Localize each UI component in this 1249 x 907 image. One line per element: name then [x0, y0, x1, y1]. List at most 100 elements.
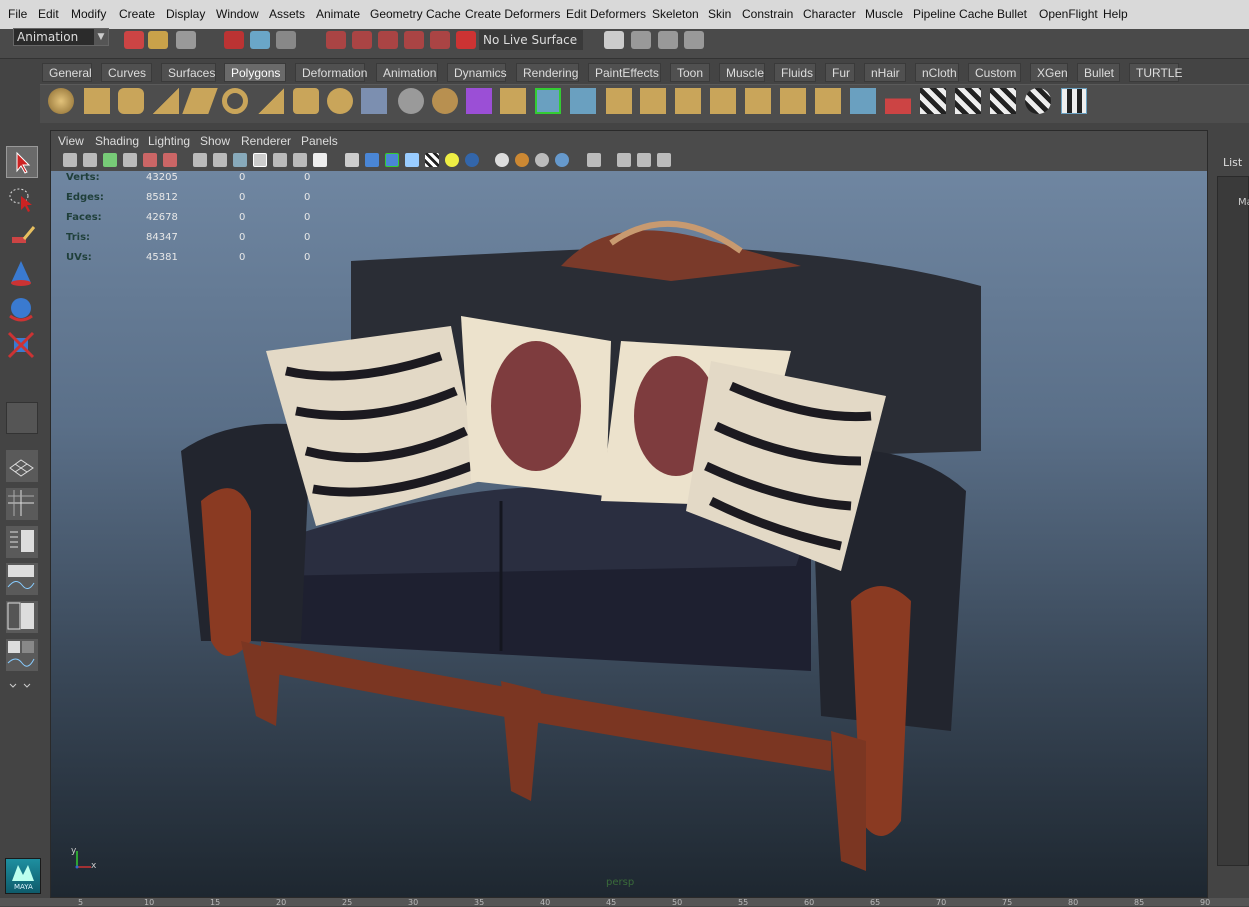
textured-icon[interactable]: [405, 153, 419, 167]
gate-mask-icon[interactable]: [253, 153, 267, 167]
poly-soccer-ball-icon[interactable]: [327, 88, 353, 114]
2d-pan-zoom-icon[interactable]: [143, 153, 157, 167]
image-plane-icon[interactable]: [123, 153, 137, 167]
menu-constrain[interactable]: Constrain: [742, 7, 793, 21]
rotate-tool-icon[interactable]: [6, 294, 38, 326]
magnet-icon[interactable]: [456, 31, 476, 49]
poly-sphere-icon[interactable]: [48, 88, 74, 114]
bridge-icon[interactable]: [570, 88, 596, 114]
shadows-icon[interactable]: [445, 153, 459, 167]
menu-edit[interactable]: Edit: [38, 7, 59, 21]
perspective-viewport[interactable]: y x: [51, 171, 1207, 897]
menu-create-deformers[interactable]: Create Deformers: [465, 7, 560, 21]
poly-torus-icon[interactable]: [222, 88, 248, 114]
separate-icon[interactable]: [398, 88, 424, 114]
four-view-layout-icon[interactable]: [6, 488, 38, 520]
poly-cube-icon[interactable]: [84, 88, 110, 114]
paint-select-tool-icon[interactable]: [6, 221, 38, 253]
panel-menu-view[interactable]: View: [58, 134, 84, 148]
tab-muscle[interactable]: Muscle: [719, 63, 765, 82]
layout-options-icon[interactable]: [6, 677, 38, 697]
menu-animate[interactable]: Animate: [316, 7, 360, 21]
xray-active-components-icon[interactable]: [637, 153, 651, 167]
outliner-persp-layout-icon[interactable]: [6, 526, 38, 558]
menu-geometry-cache[interactable]: Geometry Cache: [370, 7, 461, 21]
menu-edit-deformers[interactable]: Edit Deformers: [566, 7, 646, 21]
tab-surfaces[interactable]: Surfaces: [161, 63, 216, 82]
tab-general[interactable]: General: [42, 63, 92, 82]
snap-curve-icon[interactable]: [352, 31, 372, 49]
menu-muscle[interactable]: Muscle: [865, 7, 903, 21]
panel-menu-shading[interactable]: Shading: [95, 134, 139, 148]
merge-icon[interactable]: [780, 88, 806, 114]
hypershade-layout-icon[interactable]: [6, 601, 38, 633]
offset-edge-loop-icon[interactable]: [710, 88, 736, 114]
boolean-icon[interactable]: [500, 88, 526, 114]
panel-menu-show[interactable]: Show: [200, 134, 230, 148]
grease-pencil-icon[interactable]: [163, 153, 177, 167]
poly-cone-icon[interactable]: [153, 88, 179, 114]
panel-menu-panels[interactable]: Panels: [301, 134, 338, 148]
chevron-down-icon[interactable]: ▼: [94, 29, 108, 45]
wireframe-on-shaded-icon[interactable]: [385, 153, 399, 167]
poly-pyramid-icon[interactable]: [258, 88, 284, 114]
snap-point-icon[interactable]: [378, 31, 398, 49]
xray-joints-icon[interactable]: [617, 153, 631, 167]
render-view-icon[interactable]: [604, 31, 624, 49]
poly-pipe-icon[interactable]: [293, 88, 319, 114]
menu-character[interactable]: Character: [803, 7, 856, 21]
panel-menu-renderer[interactable]: Renderer: [241, 134, 291, 148]
bookmarks-icon[interactable]: [103, 153, 117, 167]
persp-graph-layout-icon[interactable]: [6, 563, 38, 595]
select-object-icon[interactable]: [250, 31, 270, 49]
motion-blur-icon[interactable]: [495, 153, 509, 167]
tab-fur[interactable]: Fur: [825, 63, 855, 82]
xray-icon[interactable]: [587, 153, 601, 167]
wireframe-icon[interactable]: [345, 153, 359, 167]
safe-action-icon[interactable]: [293, 153, 307, 167]
split-polygon-icon[interactable]: [640, 88, 666, 114]
camera-select-icon[interactable]: [63, 153, 77, 167]
menu-modify[interactable]: Modify: [71, 7, 106, 21]
tab-fluids[interactable]: Fluids: [774, 63, 816, 82]
tab-painteffects[interactable]: PaintEffects: [588, 63, 661, 82]
select-component-icon[interactable]: [276, 31, 296, 49]
field-chart-icon[interactable]: [273, 153, 287, 167]
time-slider[interactable]: [0, 898, 1249, 906]
grid-toggle-icon[interactable]: [193, 153, 207, 167]
depth-of-field-icon[interactable]: [535, 153, 549, 167]
menu-bullet[interactable]: Bullet: [997, 7, 1027, 21]
tab-polygons[interactable]: Polygons: [224, 63, 286, 82]
multisample-aa-icon[interactable]: [515, 153, 529, 167]
insert-edge-loop-icon[interactable]: [675, 88, 701, 114]
graph-persp-layout-icon[interactable]: [6, 639, 38, 671]
list-menu[interactable]: List: [1223, 156, 1242, 169]
cylindrical-mapping-icon[interactable]: [885, 88, 911, 114]
smooth-shade-icon[interactable]: [365, 153, 379, 167]
film-gate-icon[interactable]: [213, 153, 227, 167]
combine-icon[interactable]: [361, 88, 387, 114]
menu-window[interactable]: Window: [216, 7, 259, 21]
lasso-tool-icon[interactable]: [6, 184, 38, 216]
tab-deformation[interactable]: Deformation: [295, 63, 367, 82]
tab-bullet[interactable]: Bullet: [1077, 63, 1120, 82]
tab-xgen[interactable]: XGen: [1030, 63, 1068, 82]
node-editor-icon[interactable]: [657, 153, 671, 167]
uv-editor-icon[interactable]: [1061, 88, 1087, 114]
tab-dynamics[interactable]: Dynamics: [447, 63, 507, 82]
camera-attributes-icon[interactable]: [83, 153, 97, 167]
uv-checker-icon[interactable]: [920, 88, 946, 114]
panel-menu-lighting[interactable]: Lighting: [148, 134, 190, 148]
last-tool-slot[interactable]: [6, 402, 38, 434]
menu-set-dropdown[interactable]: Animation ▼: [13, 28, 109, 46]
resolution-gate-icon[interactable]: [233, 153, 247, 167]
poly-cylinder-icon[interactable]: [118, 88, 144, 114]
select-tool-icon[interactable]: [6, 146, 38, 178]
menu-openflight[interactable]: OpenFlight: [1039, 7, 1098, 21]
tab-rendering[interactable]: Rendering: [516, 63, 579, 82]
extract-icon[interactable]: [432, 88, 458, 114]
menu-file[interactable]: File: [8, 7, 27, 21]
menu-display[interactable]: Display: [166, 7, 205, 21]
select-hierarchy-icon[interactable]: [224, 31, 244, 49]
use-all-lights-icon[interactable]: [425, 153, 439, 167]
